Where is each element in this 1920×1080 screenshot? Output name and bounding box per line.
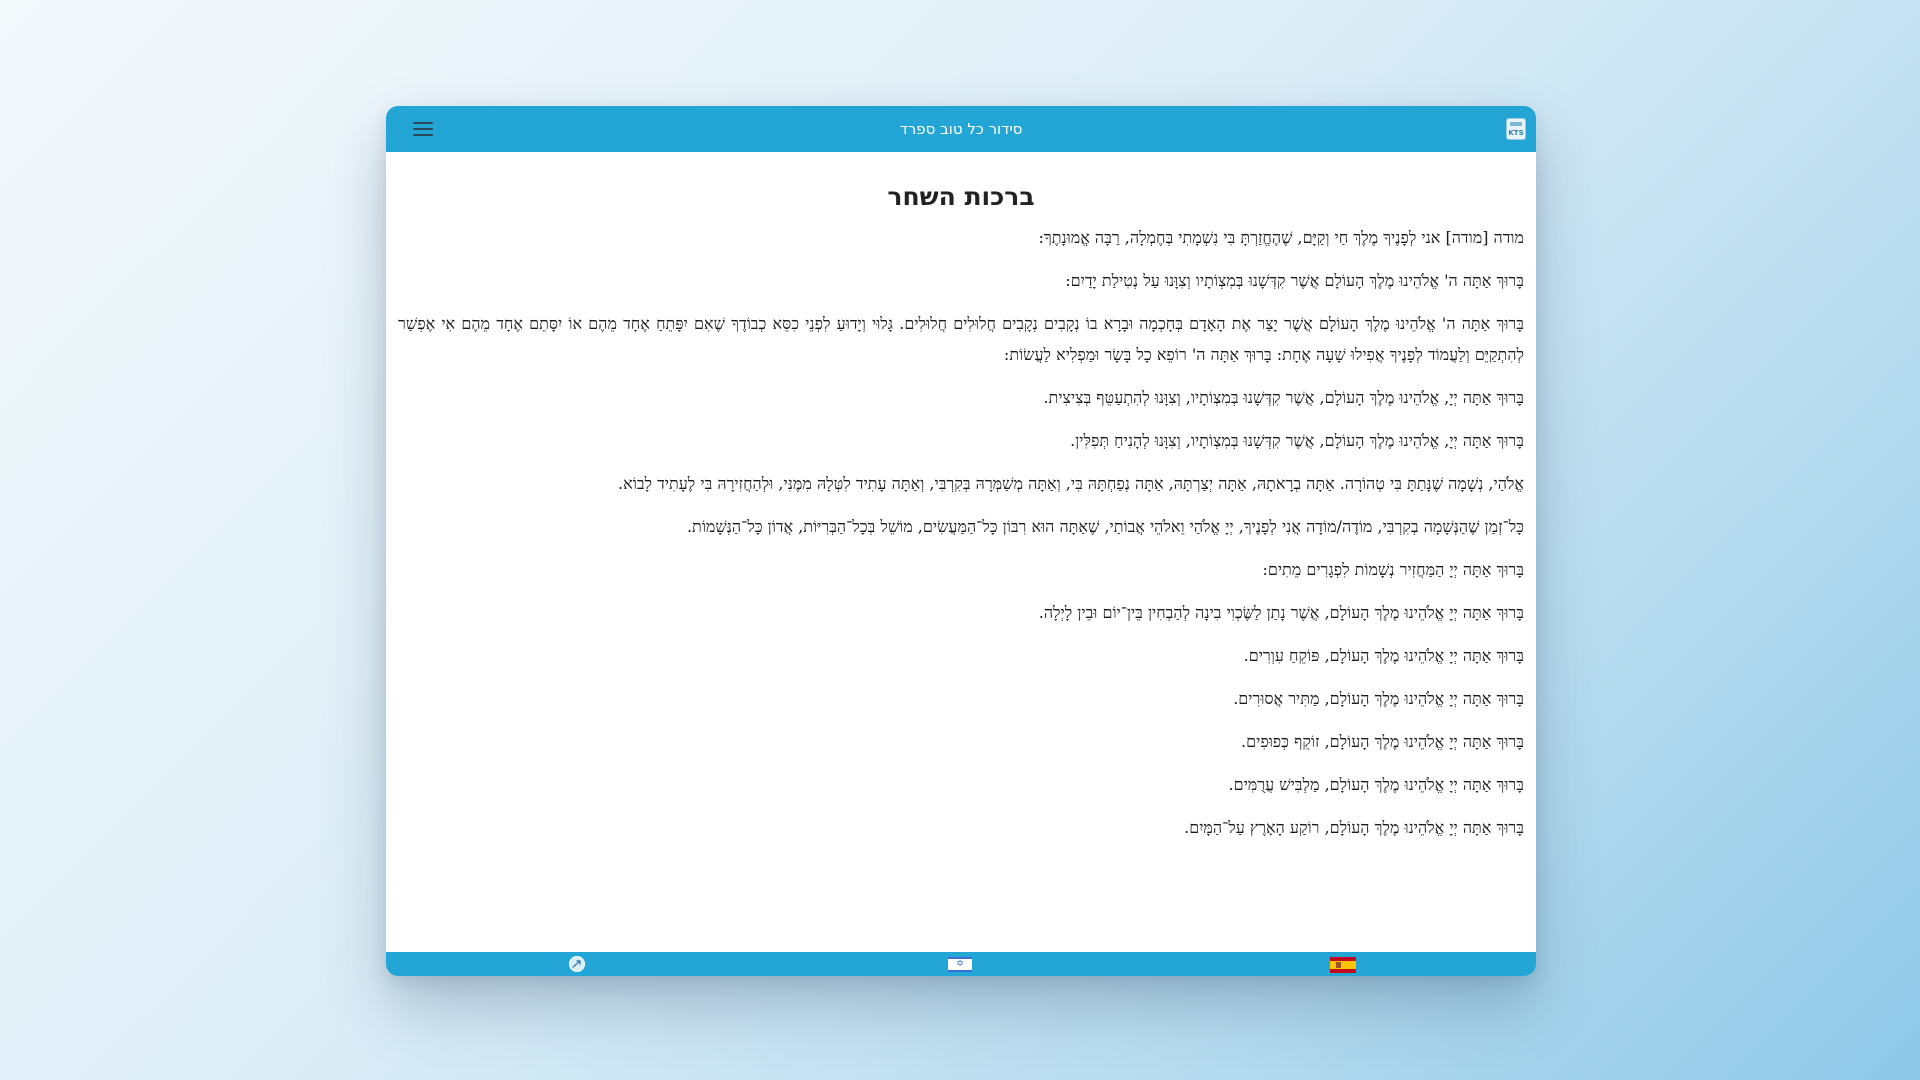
prayer-paragraph: בָּרוּךְ אַתָּה יְיָ אֱלֹהֵינוּ מֶלֶךְ ה… (1233, 689, 1524, 708)
spain-flag-icon[interactable] (1330, 957, 1356, 973)
prayer-paragraph: בָּרוּךְ אַתָּה יְיָ אֱלֹהֵינוּ מֶלֶךְ ה… (1228, 775, 1524, 794)
prayer-paragraph: בָּרוּךְ אַתָּה יְיָ אֱלֹהֵינוּ מֶלֶךְ ה… (1184, 818, 1524, 837)
prayer-paragraph: בָּרוּךְ אַתָּה יְיָ אֱלֹהֵינוּ מֶלֶךְ ה… (1241, 732, 1524, 751)
prayer-paragraph: בָּרוּךְ אַתָּה יְיָ אֱלֹהֵינוּ מֶלֶךְ ה… (1038, 603, 1524, 622)
prayer-paragraph: אֱלֹהַי, נְשָׁמָה שֶׁנָּתַתָּ בִּי טְהוֹ… (618, 474, 1524, 493)
prayer-content[interactable]: ברכות השחר מודה [מודה] אני לְפָנֶיךָ מֶל… (386, 152, 1536, 952)
app-title: סידור כל טוב ספרד (899, 120, 1023, 138)
bottom-toolbar: ✡ (386, 952, 1536, 976)
kts-app-icon[interactable]: KTS (1506, 118, 1526, 140)
hamburger-menu-icon[interactable] (406, 114, 440, 144)
prayer-paragraph: בָּרוּךְ אַתָּה ה' אֱלֹהֵינוּ מֶלֶךְ הָע… (1065, 271, 1524, 290)
app-window: סידור כל טוב ספרד KTS ברכות השחר מודה [מ… (386, 106, 1536, 976)
page-title: ברכות השחר (887, 182, 1035, 211)
prayer-paragraph: בָּרוּךְ אַתָּה יְיָ, אֱלֹהֵינוּ מֶלֶךְ … (1070, 431, 1524, 450)
share-icon[interactable] (569, 956, 585, 972)
app-header: סידור כל טוב ספרד KTS (386, 106, 1536, 152)
prayer-paragraph: מודה [מודה] אני לְפָנֶיךָ מֶלֶךְ חַי וְק… (1038, 228, 1524, 247)
prayer-paragraph: בָּרוּךְ אַתָּה יְיָ הַמַּחֲזִיר נְשָׁמו… (1262, 560, 1524, 579)
menu-bar-line (413, 122, 433, 124)
prayer-paragraph: בָּרוּךְ אַתָּה ה' אֱלֹהֵינוּ מֶלֶךְ הָע… (398, 314, 1524, 364)
prayer-paragraph: בָּרוּךְ אַתָּה יְיָ אֱלֹהֵינוּ מֶלֶךְ ה… (1243, 646, 1524, 665)
prayer-paragraph: כָּל־זְמַן שֶׁהַנְּשָׁמָה בְקִרְבִּי, מו… (686, 517, 1524, 536)
prayer-paragraph: בָּרוּךְ אַתָּה יְיָ, אֱלֹהֵינוּ מֶלֶךְ … (1043, 388, 1524, 407)
menu-bar-line (413, 128, 433, 130)
menu-bar-line (413, 134, 433, 136)
israel-flag-icon[interactable]: ✡ (948, 957, 972, 972)
